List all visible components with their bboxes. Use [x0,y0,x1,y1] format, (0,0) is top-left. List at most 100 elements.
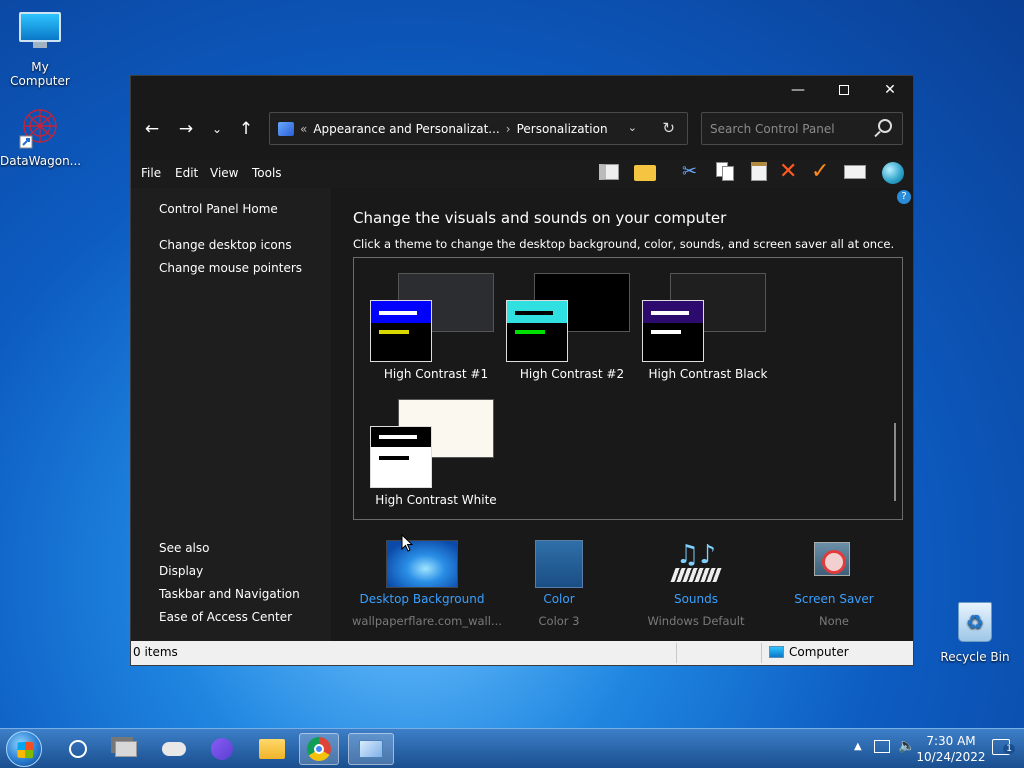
start-button[interactable] [6,731,42,767]
search-icon [69,740,87,758]
delete-icon[interactable]: ✕ [779,161,801,183]
video-call-icon [211,738,233,760]
desktop-background-label[interactable]: Desktop Background [352,592,492,606]
sidebar-link-change-desktop-icons[interactable]: Change desktop icons [159,238,292,252]
cloud-icon [162,742,186,756]
sounds-value: Windows Default [647,614,745,628]
menu-view[interactable]: View [210,166,238,180]
clock-date: 10/24/2022 [916,750,986,764]
clock[interactable]: 7:30 AM 10/24/2022 [912,733,990,765]
minimize-icon: — [791,82,805,98]
breadcrumb-appearance[interactable]: Appearance and Personalizat... [313,122,499,136]
desktop-icon-my-computer[interactable]: My Computer [0,8,80,88]
sidebar-link-change-mouse-pointers[interactable]: Change mouse pointers [159,261,302,275]
notifications-button[interactable]: 1 [992,739,1015,755]
chrome-button[interactable] [299,733,339,765]
cut-icon[interactable]: ✂ [682,162,704,182]
address-bar[interactable]: « Appearance and Personalizat... › Perso… [269,112,688,145]
color-swatch-icon [535,540,583,588]
recycle-bin-icon: ♻ [953,602,997,646]
desktop-icon-datawagon[interactable]: DataWagon... [0,106,82,168]
close-icon: ✕ [884,82,896,98]
up-button[interactable]: ↑ [235,119,257,139]
computer-icon [769,646,784,658]
menu-file[interactable]: File [141,166,161,180]
status-bar: 0 items Computer [131,641,913,665]
properties-icon[interactable]: ✓ [811,161,833,183]
refresh-icon[interactable]: ↻ [662,119,675,137]
close-button[interactable]: ✕ [867,76,913,104]
item-count: 0 items [133,645,178,659]
page-description: Click a theme to change the desktop back… [353,237,895,251]
sounds-link[interactable]: ♫♪ Sounds Windows Default [626,540,766,628]
control-panel-taskbar-button[interactable] [348,733,394,765]
theme-label: High Contrast #1 [383,367,489,381]
sidebar-link-taskbar-navigation[interactable]: Taskbar and Navigation [159,587,300,601]
globe-icon[interactable] [882,162,904,184]
sidebar-link-display[interactable]: Display [159,564,203,578]
theme-high-contrast-1[interactable]: High Contrast #1 [368,273,504,398]
maximize-icon [839,85,849,95]
menu-tools[interactable]: Tools [252,166,282,180]
theme-high-contrast-black[interactable]: High Contrast Black [640,273,776,398]
folder-options-icon[interactable] [634,162,656,182]
clock-time: 7:30 AM [926,734,976,748]
sounds-icon: ♫♪ [670,540,722,588]
forward-button[interactable]: → [175,119,197,139]
computer-icon [18,12,62,56]
file-explorer-button[interactable] [252,733,292,765]
copy-icon[interactable] [716,162,738,182]
taskbar-search-button[interactable] [58,733,98,765]
desktop-background-value: wallpaperflare.com_wall... [352,614,502,628]
see-also-heading: See also [159,541,210,555]
minimize-button[interactable]: — [775,76,821,104]
screen-saver-label[interactable]: Screen Saver [764,592,904,606]
control-panel-icon [278,121,294,136]
navigation-bar: ← → ⌄ ↑ « Appearance and Personalizat...… [131,112,913,146]
breadcrumb-personalization[interactable]: Personalization [517,122,608,136]
control-panel-icon [359,740,383,758]
recent-locations-button[interactable]: ⌄ [206,119,228,139]
control-panel-window: — ✕ ← → ⌄ ↑ « Appearance and Personaliza… [130,75,914,666]
search-input[interactable]: Search Control Panel [710,122,835,136]
task-view-button[interactable] [106,733,146,765]
screen-saver-value: None [818,614,849,628]
desktop-icon-label: DataWagon... [0,154,82,168]
search-icon[interactable] [878,119,892,133]
screen-saver-link[interactable]: Screen Saver None [764,540,904,628]
meet-button[interactable] [202,733,242,765]
address-dropdown-icon[interactable]: ⌄ [628,121,637,134]
menu-edit[interactable]: Edit [175,166,198,180]
network-icon[interactable] [874,740,890,753]
desktop-icon-recycle-bin[interactable]: ♻ Recycle Bin [935,600,1015,664]
paste-icon[interactable] [749,162,771,182]
desktop-background-icon [386,540,458,588]
address-overflow[interactable]: « [300,122,307,136]
desktop-background-link[interactable]: Desktop Background wallpaperflare.com_wa… [352,540,502,628]
search-box[interactable]: Search Control Panel [701,112,903,145]
arrow-left-icon: ← [144,119,160,139]
sidebar-link-control-panel-home[interactable]: Control Panel Home [159,202,278,216]
taskbar: ▲ 🔈 7:30 AM 10/24/2022 1 [0,728,1024,768]
theme-label: High Contrast Black [648,367,768,381]
preview-pane-icon[interactable] [599,162,621,182]
screen-saver-icon [810,540,858,588]
maximize-button[interactable] [821,76,867,104]
mail-icon[interactable] [844,162,866,182]
theme-high-contrast-2[interactable]: High Contrast #2 [504,273,640,398]
color-value: Color 3 [538,614,580,628]
mouse-cursor-icon [401,534,413,552]
main-content: Change the visuals and sounds on your co… [331,188,913,643]
theme-list-scrollbar[interactable] [894,423,896,501]
arrow-up-icon: ↑ [238,119,254,139]
show-hidden-icons-button[interactable]: ▲ [854,741,862,752]
sounds-label[interactable]: Sounds [626,592,766,606]
theme-high-contrast-white[interactable]: High Contrast White [368,399,504,524]
color-label[interactable]: Color [489,592,629,606]
desktop-icon-label: My Computer [10,60,70,88]
onedrive-button[interactable] [154,733,194,765]
back-button[interactable]: ← [141,119,163,139]
color-link[interactable]: Color Color 3 [489,540,629,628]
sidebar-link-ease-of-access[interactable]: Ease of Access Center [159,610,292,624]
desktop-icon-label: Recycle Bin [940,650,1010,664]
